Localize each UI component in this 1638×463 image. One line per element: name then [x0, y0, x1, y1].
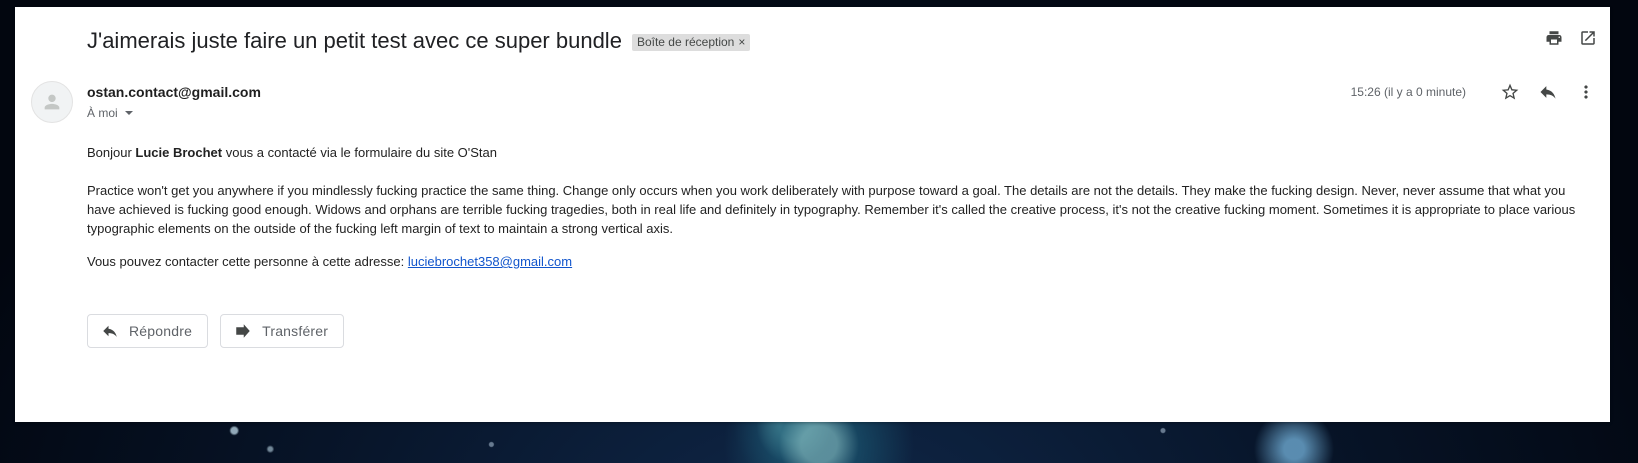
email-view: J'aimerais juste faire un petit test ave…: [15, 7, 1610, 422]
thread-toolbar: [1544, 28, 1598, 48]
message-meta: 15:26 (il y a 0 minute): [1351, 80, 1598, 104]
timestamp: 15:26 (il y a 0 minute): [1350, 85, 1466, 99]
open-in-new-window-icon[interactable]: [1578, 28, 1598, 48]
contact-prefix: Vous pouvez contacter cette personne à c…: [87, 254, 408, 269]
contact-line: Vous pouvez contacter cette personne à c…: [87, 252, 1594, 271]
recipient-label: À moi: [87, 106, 118, 120]
sender-email[interactable]: ostan.contact@gmail.com: [87, 84, 261, 100]
forward-icon: [233, 321, 253, 341]
greeting-line: Bonjour Lucie Brochet vous a contacté vi…: [87, 143, 1594, 162]
contact-name: Lucie Brochet: [135, 145, 223, 160]
recipient-dropdown[interactable]: À moi: [87, 106, 133, 120]
label-chip-text: Boîte de réception: [636, 34, 735, 49]
person-icon: [44, 94, 60, 110]
reply-button-label: Répondre: [129, 323, 193, 339]
star-icon[interactable]: [1498, 80, 1522, 104]
reply-icon: [100, 321, 120, 341]
forward-button-label: Transférer: [262, 323, 329, 339]
contact-email-link[interactable]: luciebrochet358@gmail.com: [408, 254, 572, 269]
more-vert-icon[interactable]: [1574, 80, 1598, 104]
email-subject: J'aimerais juste faire un petit test ave…: [87, 28, 622, 53]
subject-row: J'aimerais juste faire un petit test ave…: [87, 25, 1590, 57]
email-body: Bonjour Lucie Brochet vous a contacté vi…: [87, 143, 1594, 271]
greeting-prefix: Bonjour: [87, 145, 136, 160]
print-icon[interactable]: [1544, 28, 1564, 48]
label-chip-inbox[interactable]: Boîte de réception ×: [631, 33, 751, 51]
reply-icon[interactable]: [1536, 80, 1560, 104]
chevron-down-icon: [124, 111, 133, 115]
remove-label-icon[interactable]: ×: [738, 35, 745, 49]
message-actions: Répondre Transférer: [87, 314, 345, 348]
greeting-suffix: vous a contacté via le formulaire du sit…: [222, 145, 498, 160]
sender-avatar[interactable]: [31, 81, 73, 123]
message-paragraph: Practice won't get you anywhere if you m…: [87, 183, 1576, 236]
reply-button[interactable]: Répondre: [87, 314, 209, 348]
forward-button[interactable]: Transférer: [220, 314, 345, 348]
